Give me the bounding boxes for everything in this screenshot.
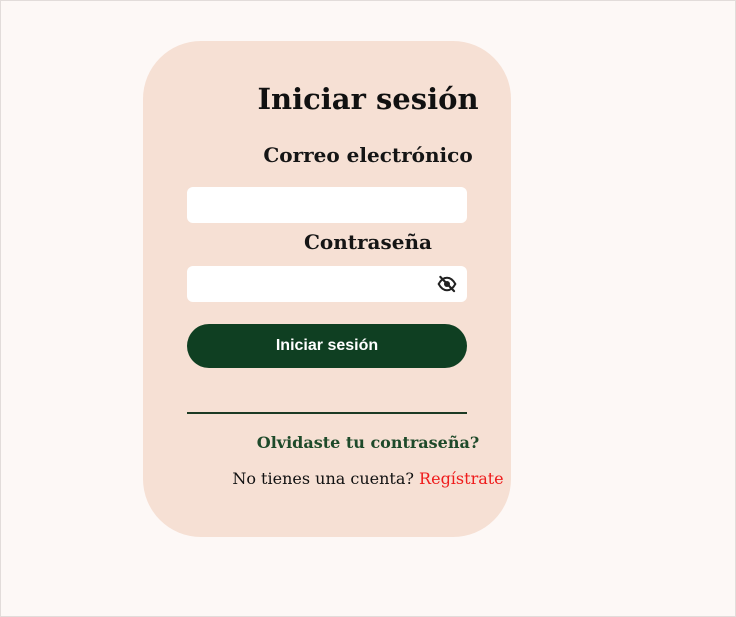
login-button[interactable]: Iniciar sesión bbox=[187, 324, 467, 368]
signup-link[interactable]: Regístrate bbox=[419, 469, 504, 488]
forgot-password-link[interactable]: Olvidaste tu contraseña? bbox=[1, 432, 735, 454]
email-label: Correo electrónico bbox=[263, 143, 473, 167]
password-label: Contraseña bbox=[303, 230, 433, 254]
page-title: Iniciar sesión bbox=[257, 82, 479, 116]
password-field[interactable] bbox=[187, 266, 467, 302]
divider bbox=[187, 412, 467, 414]
no-account-text: No tienes una cuenta? bbox=[232, 469, 414, 488]
signup-prompt: No tienes una cuenta? Regístrate bbox=[1, 467, 735, 491]
email-field[interactable] bbox=[187, 187, 467, 223]
eye-slash-icon[interactable] bbox=[437, 274, 457, 294]
